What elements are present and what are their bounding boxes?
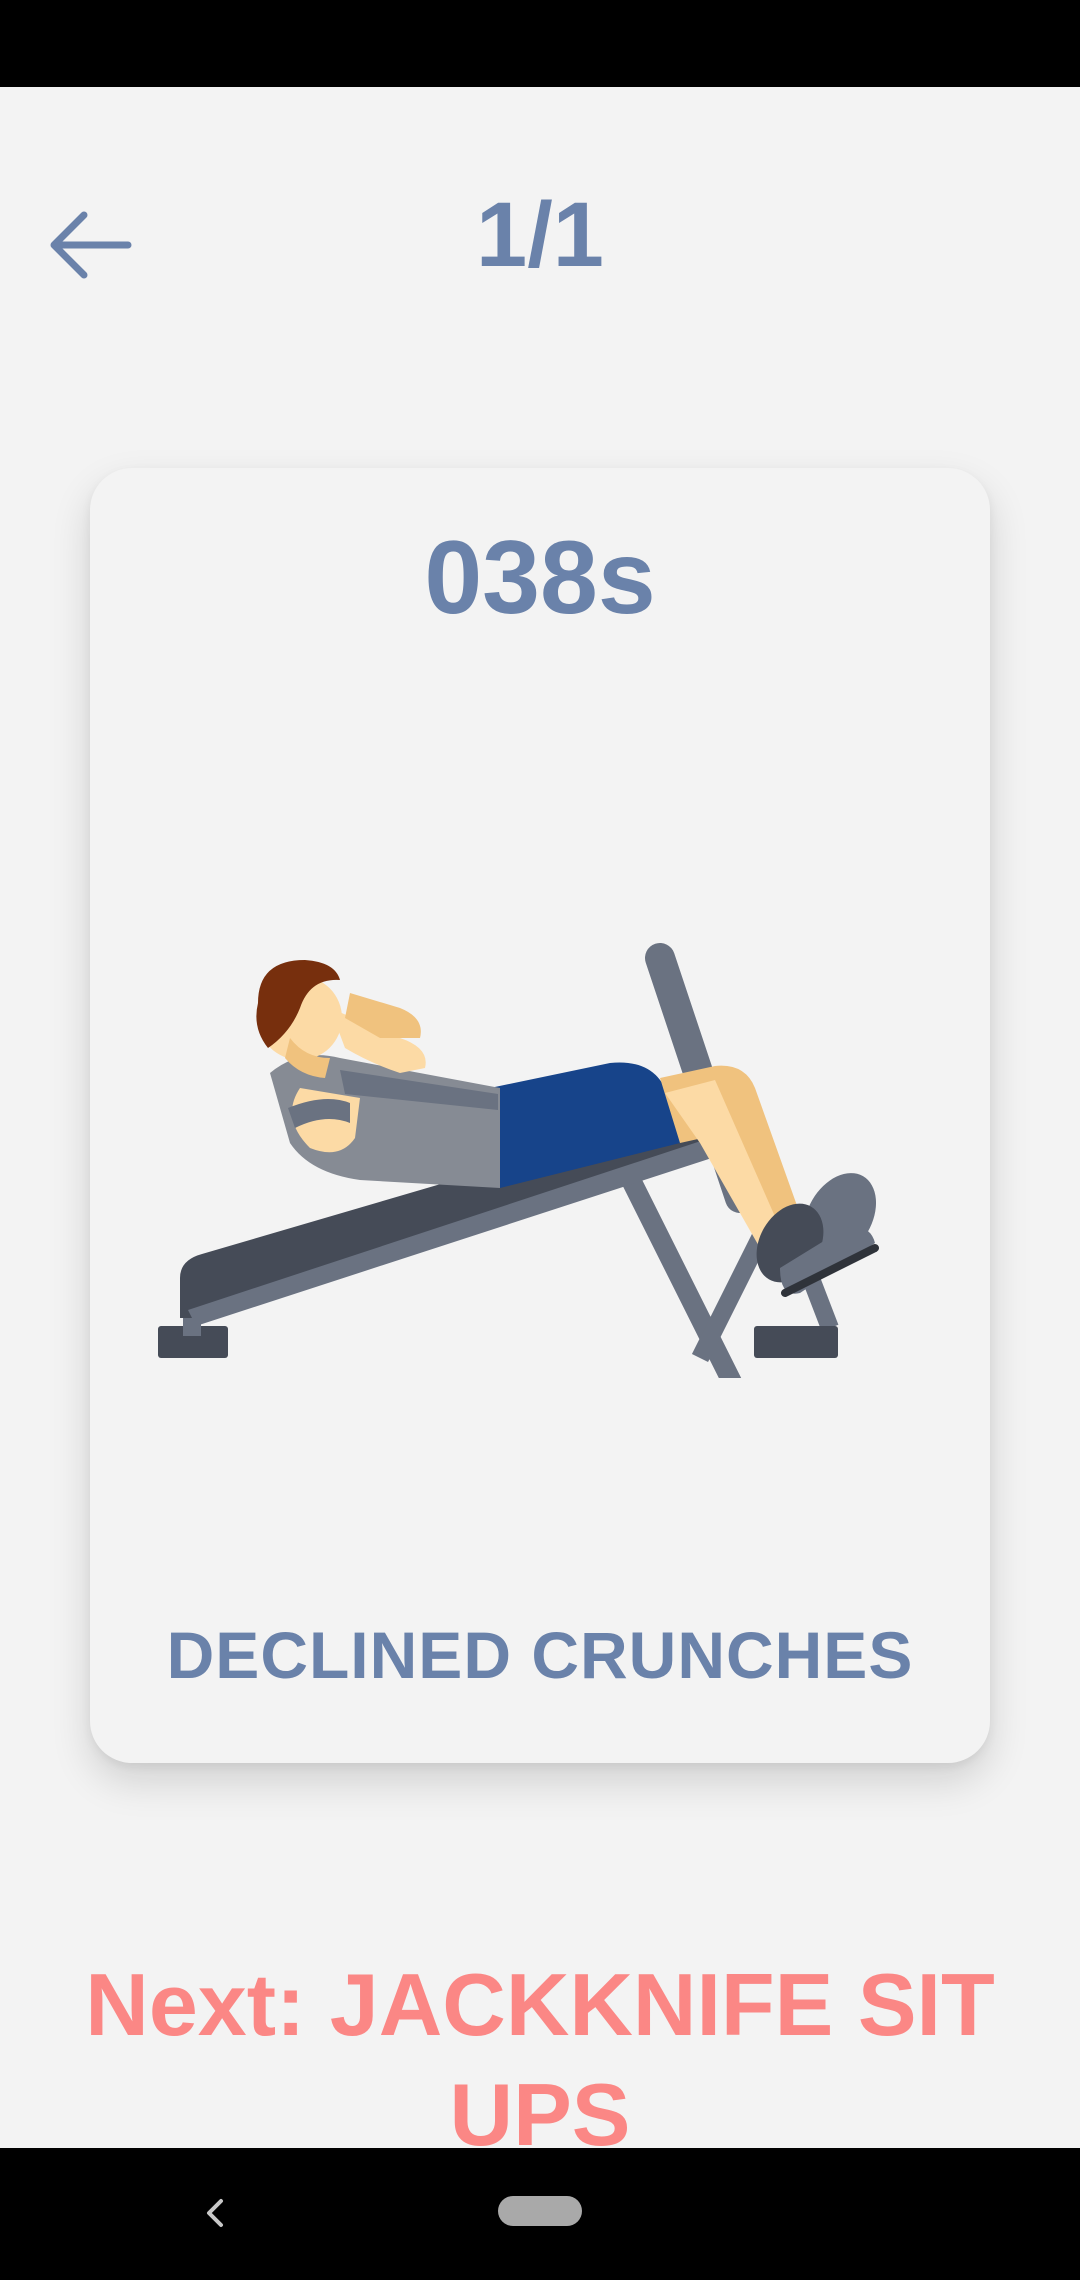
exercise-card: 038s DECLINED CRUNCHES [90, 468, 990, 1763]
status-bar [0, 0, 1080, 87]
system-navigation-bar [0, 2148, 1080, 2280]
declined-crunches-illustration [158, 943, 879, 1378]
next-exercise-label: Next: JACKKNIFE SIT UPS [85, 1955, 995, 2164]
countdown-timer: 038s [424, 520, 656, 636]
bench-foot [754, 1326, 838, 1358]
nav-back-button[interactable] [180, 2178, 250, 2248]
exercise-counter: 1/1 [476, 184, 604, 286]
exercise-name: DECLINED CRUNCHES [166, 1618, 914, 1692]
chevron-left-icon [207, 2199, 223, 2227]
nav-home-pill[interactable] [498, 2196, 582, 2226]
exercise-screen: 1/1 038s DECLINED CRUNCHES Next: JACKKNI… [0, 0, 1080, 2280]
